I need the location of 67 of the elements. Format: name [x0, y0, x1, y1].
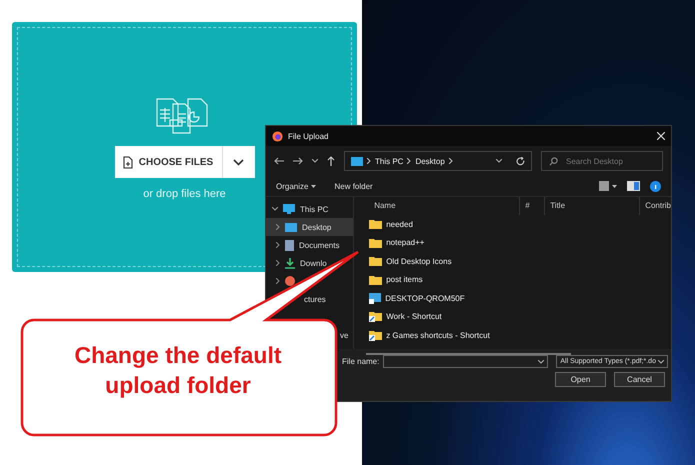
- file-row[interactable]: z Games shortcuts - Shortcut: [366, 326, 671, 344]
- drop-hint: or drop files here: [143, 188, 226, 200]
- document-icon: [285, 240, 294, 250]
- sidebar-item[interactable]: This PC: [266, 200, 354, 218]
- chevron-down-icon: [272, 207, 278, 211]
- view-list-icon[interactable]: [599, 181, 617, 191]
- file-name-field[interactable]: [383, 355, 548, 368]
- chevron-right-icon: [276, 224, 280, 230]
- back-arrow-icon[interactable]: [274, 157, 284, 165]
- folder-shortcut-icon: [369, 330, 382, 341]
- folder-icon: [369, 238, 382, 248]
- chevron-down-icon[interactable]: [538, 360, 544, 364]
- dropdown-arrow-icon: [311, 184, 316, 188]
- folder-icon: [369, 274, 382, 285]
- sidebar-item[interactable]: ctures: [304, 290, 326, 308]
- download-icon: [285, 258, 295, 268]
- chevron-down-icon: [233, 158, 244, 166]
- column-header[interactable]: #: [519, 197, 544, 215]
- column-header[interactable]: Name: [366, 197, 520, 215]
- sidebar-item[interactable]: ve: [340, 326, 348, 344]
- breadcrumb-item[interactable]: Desktop: [415, 156, 445, 166]
- sidebar-item[interactable]: Desktop: [266, 218, 354, 236]
- callout-text: Change the default upload folder: [73, 341, 282, 400]
- folder-icon: [369, 219, 382, 230]
- close-icon[interactable]: [657, 132, 665, 140]
- file-row[interactable]: DESKTOP-QROM50F: [366, 289, 671, 308]
- preview-pane-icon[interactable]: [627, 181, 640, 191]
- chevron-down-icon[interactable]: [312, 159, 318, 163]
- folder-icon: [369, 256, 382, 266]
- chevron-right-icon: [276, 242, 280, 248]
- search-field[interactable]: Search Desktop: [541, 151, 663, 171]
- chevron-right-icon: [407, 158, 412, 164]
- window-title: File Upload: [288, 132, 328, 140]
- monitor-icon: [283, 204, 295, 214]
- address-bar[interactable]: This PC Desktop: [344, 151, 532, 171]
- chevron-down-icon: [658, 360, 664, 364]
- search-icon: [549, 157, 558, 166]
- file-icon: [122, 156, 133, 168]
- desktop-icon: [285, 222, 297, 232]
- up-arrow-icon[interactable]: [327, 156, 335, 166]
- sidebar-item[interactable]: Documents: [266, 236, 344, 254]
- column-header[interactable]: Title: [544, 197, 640, 215]
- sidebar-item[interactable]: Downlo: [266, 254, 331, 272]
- file-row[interactable]: Work - Shortcut: [366, 308, 671, 326]
- file-row[interactable]: post items: [366, 270, 671, 289]
- chevron-down-icon[interactable]: [496, 159, 502, 163]
- refresh-icon[interactable]: [516, 156, 525, 166]
- help-icon[interactable]: [650, 180, 661, 192]
- file-row[interactable]: Old Desktop Icons: [366, 252, 671, 270]
- chevron-right-icon: [367, 158, 371, 164]
- forward-arrow-icon[interactable]: [293, 157, 303, 165]
- dialog-button[interactable]: Cancel: [614, 372, 665, 387]
- toolbar-button[interactable]: Organize: [276, 182, 308, 190]
- folder-shortcut-icon: [369, 311, 382, 322]
- column-header[interactable]: Contrib: [639, 197, 671, 215]
- file-name-label: File name:: [342, 357, 380, 366]
- file-row[interactable]: needed: [366, 215, 671, 234]
- circle-icon: [285, 276, 295, 286]
- chevron-right-icon: [276, 260, 280, 266]
- breadcrumb-item[interactable]: This PC: [375, 156, 404, 166]
- file-row[interactable]: notepad++: [366, 234, 671, 252]
- computer-icon: [369, 292, 382, 304]
- dialog-button[interactable]: Open: [555, 372, 606, 387]
- monitor-icon: [351, 156, 363, 166]
- chevron-right-icon: [448, 158, 453, 164]
- browser-logo-icon: [272, 130, 283, 142]
- chevron-right-icon: [276, 278, 280, 284]
